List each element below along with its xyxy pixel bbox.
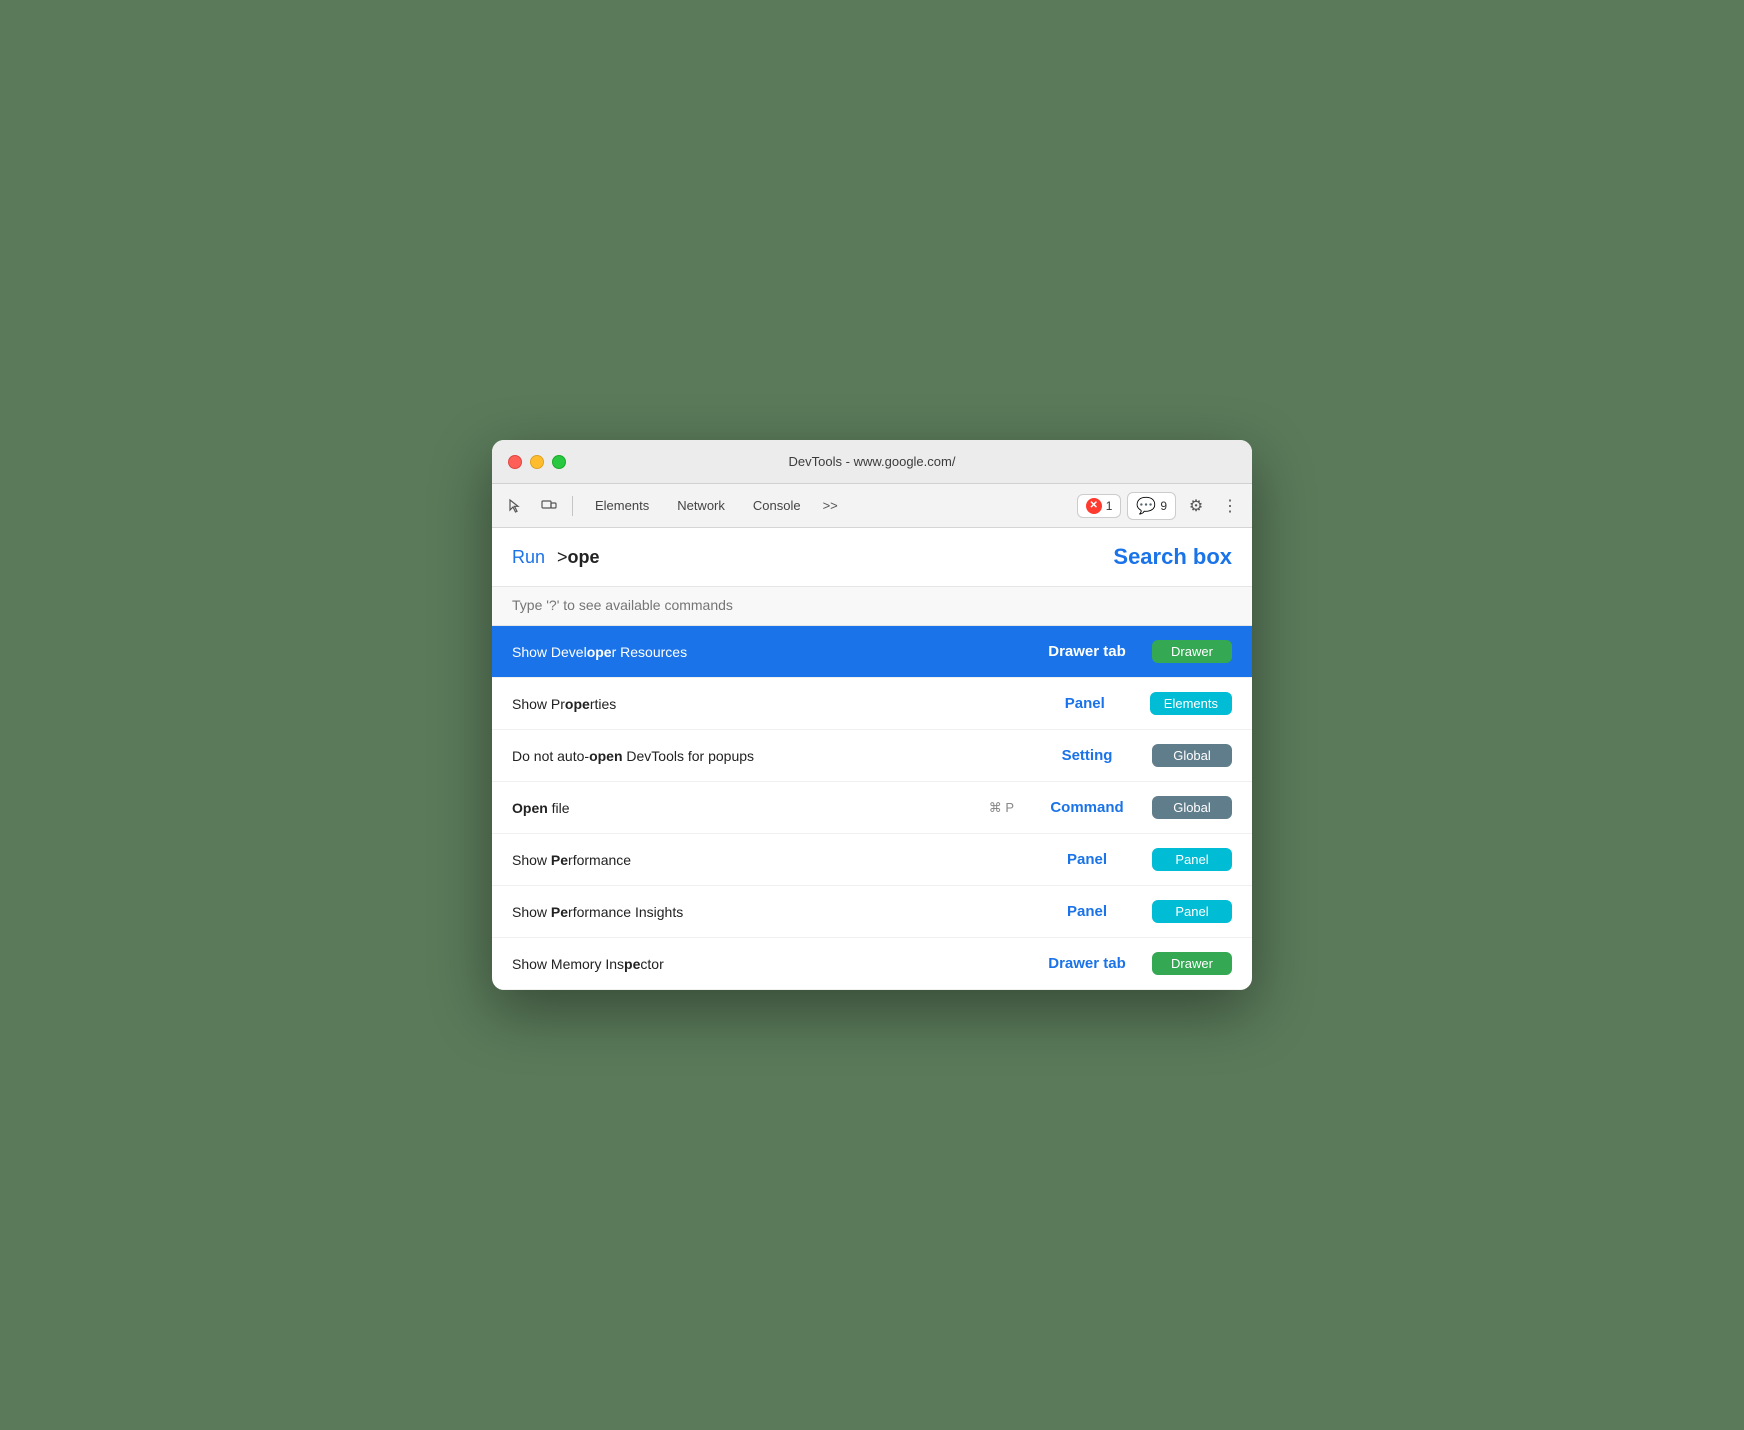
toolbar-right: ✕ 1 💬 9 ⚙ ⋮ (1077, 492, 1244, 520)
result-type: Drawer tab (1022, 955, 1152, 972)
more-tabs-button[interactable]: >> (815, 494, 846, 517)
inspect-element-button[interactable] (500, 492, 530, 520)
result-name: Show Properties (512, 696, 1020, 712)
cursor-icon (507, 498, 523, 514)
run-label[interactable]: Run (512, 547, 545, 568)
result-name: Open file (512, 800, 981, 816)
error-badge-button[interactable]: ✕ 1 (1077, 494, 1122, 518)
result-name: Show Performance Insights (512, 904, 1022, 920)
results-list: Show Developer ResourcesDrawer tabDrawer… (492, 626, 1252, 990)
result-badge: Elements (1150, 692, 1232, 715)
result-badge: Drawer (1152, 640, 1232, 663)
result-badge: Drawer (1152, 952, 1232, 975)
result-type: Panel (1022, 903, 1152, 920)
kebab-menu-button[interactable]: ⋮ (1216, 492, 1244, 520)
toolbar: Elements Network Console >> ✕ 1 💬 9 ⚙ ⋮ (492, 484, 1252, 528)
result-row[interactable]: Show PropertiesPanelElements (492, 678, 1252, 730)
tab-elements[interactable]: Elements (581, 492, 663, 519)
result-row[interactable]: Show Memory InspectorDrawer tabDrawer (492, 938, 1252, 990)
error-count: 1 (1106, 499, 1113, 513)
result-type: Panel (1022, 851, 1152, 868)
result-shortcut: ⌘ P (989, 800, 1014, 816)
result-row[interactable]: Show Performance InsightsPanelPanel (492, 886, 1252, 938)
tab-console[interactable]: Console (739, 492, 815, 519)
result-name: Show Performance (512, 852, 1022, 868)
query-bold-text: ope (568, 547, 600, 567)
traffic-lights (508, 455, 566, 469)
result-row[interactable]: Show PerformancePanelPanel (492, 834, 1252, 886)
search-input[interactable] (512, 597, 1232, 613)
search-bar (492, 587, 1252, 626)
device-toggle-button[interactable] (534, 492, 564, 520)
devtools-window: DevTools - www.google.com/ Elements Netw… (492, 440, 1252, 990)
settings-button[interactable]: ⚙ (1182, 492, 1210, 520)
result-badge: Global (1152, 744, 1232, 767)
result-name: Show Developer Resources (512, 644, 1022, 660)
tab-network[interactable]: Network (663, 492, 739, 519)
result-type: Panel (1020, 695, 1150, 712)
result-name: Do not auto-open DevTools for popups (512, 748, 1022, 764)
console-count: 9 (1160, 499, 1167, 513)
console-icon: 💬 (1136, 496, 1156, 516)
device-icon (541, 498, 557, 514)
result-row[interactable]: Do not auto-open DevTools for popupsSett… (492, 730, 1252, 782)
result-type: Setting (1022, 747, 1152, 764)
error-icon: ✕ (1086, 498, 1102, 514)
result-row[interactable]: Open file ⌘ P CommandGlobal (492, 782, 1252, 834)
result-name: Show Memory Inspector (512, 956, 1022, 972)
result-badge: Global (1152, 796, 1232, 819)
command-palette-header: Run >ope Search box (492, 528, 1252, 587)
result-type: Command (1022, 799, 1152, 816)
toolbar-divider-1 (572, 496, 573, 516)
result-row[interactable]: Show Developer ResourcesDrawer tabDrawer (492, 626, 1252, 678)
result-badge: Panel (1152, 900, 1232, 923)
search-box-label: Search box (1113, 544, 1232, 570)
minimize-button[interactable] (530, 455, 544, 469)
close-button[interactable] (508, 455, 522, 469)
maximize-button[interactable] (552, 455, 566, 469)
result-type: Drawer tab (1022, 643, 1152, 660)
console-messages-button[interactable]: 💬 9 (1127, 492, 1176, 520)
window-title: DevTools - www.google.com/ (789, 454, 956, 469)
toolbar-tabs: Elements Network Console >> (581, 492, 1073, 519)
title-bar: DevTools - www.google.com/ (492, 440, 1252, 484)
command-query: >ope (557, 547, 600, 568)
result-badge: Panel (1152, 848, 1232, 871)
